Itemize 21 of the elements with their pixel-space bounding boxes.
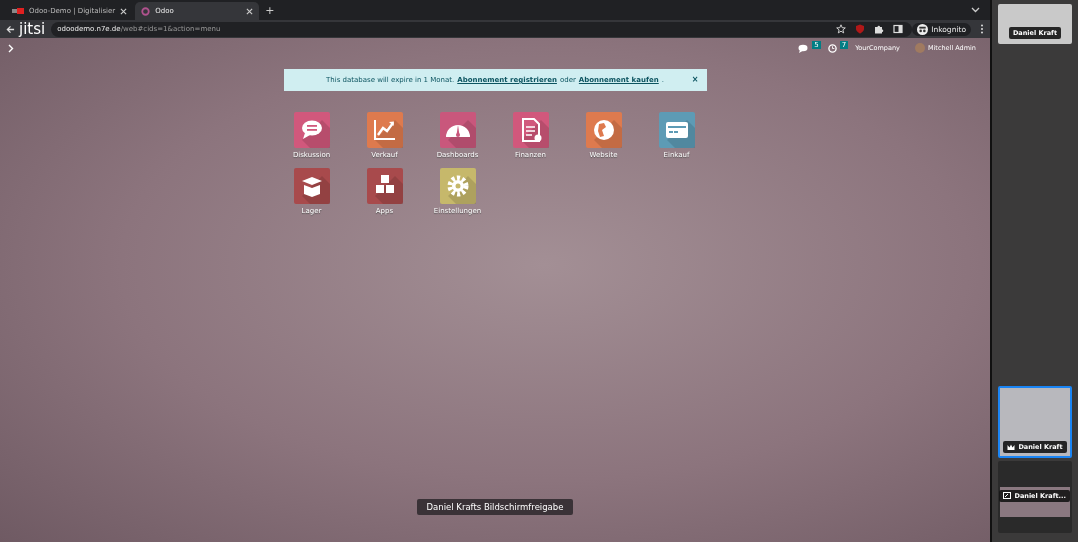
chat-icon[interactable] — [798, 43, 810, 53]
screen-share-label: Daniel Krafts Bildschirmfreigabe — [416, 499, 574, 515]
close-icon[interactable] — [246, 7, 254, 15]
close-icon[interactable] — [120, 7, 128, 15]
side-panel-icon[interactable] — [893, 24, 904, 34]
ring-icon — [141, 6, 151, 16]
crown-icon — [1007, 443, 1016, 451]
chevron-down-icon[interactable] — [971, 7, 980, 13]
screen-share-icon — [1003, 492, 1012, 499]
chevron-right-icon[interactable] — [8, 43, 14, 53]
puzzle-icon[interactable] — [874, 24, 885, 34]
user-avatar — [914, 43, 925, 53]
close-button[interactable]: × — [691, 75, 699, 84]
jitsi-logo: jitsi — [19, 22, 46, 36]
favicon-icon — [12, 7, 24, 15]
star-icon[interactable] — [836, 24, 847, 34]
clock-icon[interactable] — [827, 43, 837, 53]
back-arrow-icon[interactable] — [6, 24, 15, 34]
more-icon[interactable] — [980, 24, 984, 34]
new-tab-button[interactable]: + — [265, 3, 275, 17]
incognito-icon — [917, 23, 929, 35]
